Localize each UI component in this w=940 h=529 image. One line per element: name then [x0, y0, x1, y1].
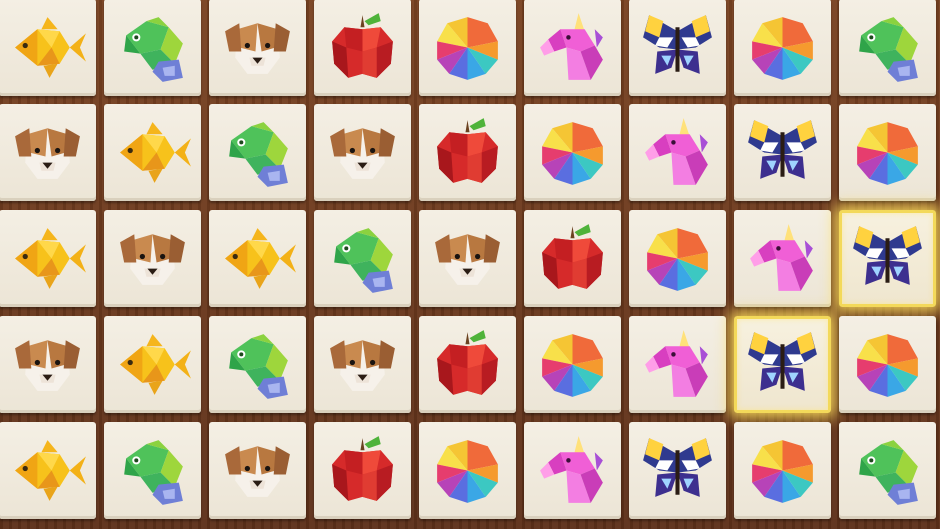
tile-apple[interactable]: [419, 104, 516, 201]
tile-gem-ball[interactable]: [839, 104, 936, 201]
butterfly-icon: [748, 332, 817, 391]
tile-puppy[interactable]: [419, 210, 516, 307]
tile-gem-ball[interactable]: [839, 316, 936, 413]
puppy-icon: [225, 446, 290, 497]
puppy-icon: [15, 340, 80, 391]
apple-icon: [437, 118, 498, 183]
tile-butterfly-selected[interactable]: [839, 210, 936, 307]
tile-gem-ball[interactable]: [734, 0, 831, 96]
gem-ball-icon: [752, 17, 813, 80]
unicorn-icon: [540, 436, 603, 503]
tile-goldfish[interactable]: [104, 316, 201, 413]
goldfish-icon: [15, 440, 86, 501]
goldfish-icon: [120, 122, 191, 183]
tile-gem-ball[interactable]: [734, 422, 831, 519]
puppy-icon: [330, 340, 395, 391]
tile-goldfish[interactable]: [0, 0, 96, 96]
tile-apple[interactable]: [524, 210, 621, 307]
tile-chameleon[interactable]: [839, 422, 936, 519]
chameleon-icon: [229, 122, 288, 187]
chameleon-icon: [334, 228, 393, 293]
apple-icon: [332, 13, 393, 78]
butterfly-icon: [853, 226, 922, 285]
goldfish-icon: [225, 228, 296, 289]
tile-chameleon[interactable]: [839, 0, 936, 96]
gem-ball-icon: [857, 122, 918, 185]
tile-puppy[interactable]: [209, 422, 306, 519]
tile-chameleon[interactable]: [209, 316, 306, 413]
puppy-icon: [120, 234, 185, 285]
tile-goldfish[interactable]: [0, 210, 96, 307]
tile-gem-ball[interactable]: [524, 104, 621, 201]
tile-chameleon[interactable]: [104, 422, 201, 519]
tile-unicorn[interactable]: [734, 210, 831, 307]
tile-puppy[interactable]: [0, 316, 96, 413]
butterfly-icon: [643, 15, 712, 74]
goldfish-icon: [15, 228, 86, 289]
unicorn-icon: [645, 118, 708, 185]
tile-puppy[interactable]: [0, 104, 96, 201]
tile-apple[interactable]: [314, 422, 411, 519]
goldfish-icon: [120, 334, 191, 395]
tile-unicorn[interactable]: [524, 422, 621, 519]
unicorn-icon: [645, 330, 708, 397]
gem-ball-icon: [752, 440, 813, 503]
tile-gem-ball[interactable]: [629, 210, 726, 307]
apple-icon: [542, 224, 603, 289]
unicorn-icon: [540, 13, 603, 80]
tile-goldfish[interactable]: [0, 422, 96, 519]
tile-puppy[interactable]: [314, 104, 411, 201]
tile-chameleon[interactable]: [209, 104, 306, 201]
tile-unicorn[interactable]: [629, 316, 726, 413]
tile-gem-ball[interactable]: [419, 0, 516, 96]
unicorn-icon: [750, 224, 813, 291]
apple-icon: [437, 330, 498, 395]
gem-ball-icon: [437, 440, 498, 503]
puppy-icon: [330, 128, 395, 179]
tile-butterfly[interactable]: [734, 104, 831, 201]
chameleon-icon: [859, 440, 918, 505]
chameleon-icon: [124, 440, 183, 505]
chameleon-icon: [124, 17, 183, 82]
puppy-icon: [225, 23, 290, 74]
chameleon-icon: [229, 334, 288, 399]
tile-gem-ball[interactable]: [419, 422, 516, 519]
tile-puppy[interactable]: [104, 210, 201, 307]
tile-butterfly-selected[interactable]: [734, 316, 831, 413]
gem-ball-icon: [857, 334, 918, 397]
tile-gem-ball[interactable]: [524, 316, 621, 413]
gem-ball-icon: [542, 122, 603, 185]
gem-ball-icon: [647, 228, 708, 291]
gem-ball-icon: [437, 17, 498, 80]
butterfly-icon: [748, 120, 817, 179]
goldfish-icon: [15, 17, 86, 78]
tile-butterfly[interactable]: [629, 0, 726, 96]
tile-goldfish[interactable]: [104, 104, 201, 201]
gem-ball-icon: [542, 334, 603, 397]
apple-icon: [332, 436, 393, 501]
chameleon-icon: [859, 17, 918, 82]
tile-unicorn[interactable]: [629, 104, 726, 201]
tile-puppy[interactable]: [314, 316, 411, 413]
tile-butterfly[interactable]: [629, 422, 726, 519]
tile-chameleon[interactable]: [314, 210, 411, 307]
tile-chameleon[interactable]: [104, 0, 201, 96]
game-board: [0, 0, 940, 529]
tile-puppy[interactable]: [209, 0, 306, 96]
butterfly-icon: [643, 438, 712, 497]
puppy-icon: [15, 128, 80, 179]
puppy-icon: [435, 234, 500, 285]
tile-unicorn[interactable]: [524, 0, 621, 96]
tile-apple[interactable]: [314, 0, 411, 96]
tile-goldfish[interactable]: [209, 210, 306, 307]
tile-apple[interactable]: [419, 316, 516, 413]
